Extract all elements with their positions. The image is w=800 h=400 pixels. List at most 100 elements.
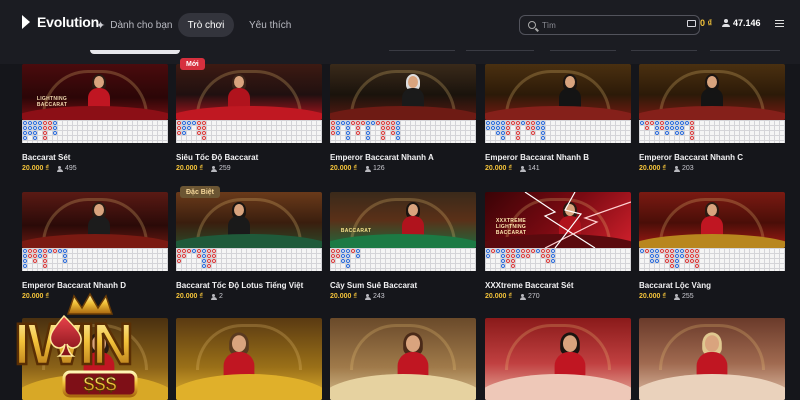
player-marker <box>191 120 196 125</box>
roadmap-scoreboard <box>176 248 322 271</box>
player-marker <box>679 130 684 135</box>
category-pill[interactable] <box>90 50 180 54</box>
player-marker <box>674 258 679 263</box>
banker-marker <box>42 248 47 253</box>
game-card[interactable] <box>330 318 476 400</box>
banker-marker <box>694 258 699 263</box>
banker-marker <box>689 253 694 258</box>
player-marker <box>485 248 490 253</box>
game-thumbnail[interactable] <box>485 64 631 120</box>
game-thumbnail[interactable] <box>176 64 322 120</box>
game-card[interactable]: XXXTREME LIGHTNING BACCARAT XXXtreme Bacc… <box>485 192 631 304</box>
player-marker <box>32 135 37 140</box>
balance-display[interactable]: 0 ₫ <box>687 18 712 28</box>
game-thumbnail[interactable] <box>176 318 322 400</box>
player-marker <box>520 120 525 125</box>
game-thumbnail[interactable] <box>22 192 168 248</box>
game-thumbnail[interactable]: BACCARAT <box>330 192 476 248</box>
online-count: 47.146 <box>722 18 761 28</box>
evolution-logo[interactable]: Evolution <box>22 14 99 30</box>
game-card[interactable]: Emperor Baccarat Nhanh D 20.000 ₫ <box>22 192 168 304</box>
player-marker <box>664 120 669 125</box>
evolution-logo-icon <box>22 15 34 29</box>
banker-marker <box>510 263 515 268</box>
game-thumbnail[interactable]: LIGHTNING BACCARAT <box>22 64 168 120</box>
player-marker <box>485 253 490 258</box>
min-bet: 20.000 ₫ <box>22 165 49 172</box>
game-title[interactable]: Baccarat Lộc Vàng <box>639 281 711 290</box>
game-thumbnail[interactable] <box>639 64 785 120</box>
player-marker <box>395 120 400 125</box>
game-thumbnail[interactable] <box>639 318 785 400</box>
search-box[interactable] <box>519 15 700 35</box>
tab-for-you[interactable]: ✦ Dành cho bạn <box>96 13 173 37</box>
hamburger-menu-icon[interactable] <box>775 20 784 27</box>
game-card[interactable]: BACCARAT Cây Sum Suê Baccarat 20.000 ₫ 243 <box>330 192 476 304</box>
game-card[interactable] <box>176 318 322 400</box>
banker-marker <box>27 248 32 253</box>
player-count: 495 <box>56 165 77 172</box>
tab-favorites[interactable]: Yêu thích <box>249 13 291 37</box>
game-card[interactable] <box>639 318 785 400</box>
game-title[interactable]: Emperor Baccarat Nhanh D <box>22 281 126 290</box>
banker-marker <box>505 125 510 130</box>
banker-marker <box>330 120 335 125</box>
search-input[interactable] <box>542 20 692 30</box>
player-marker <box>654 248 659 253</box>
banker-marker <box>330 125 335 130</box>
game-card[interactable] <box>485 318 631 400</box>
banker-marker <box>211 258 216 263</box>
gaming-table <box>639 106 785 120</box>
player-marker <box>22 258 27 263</box>
tab-games[interactable]: Trò chơi <box>178 13 234 37</box>
game-card[interactable]: Emperor Baccarat Nhanh A 20.000 ₫ 126 <box>330 64 476 176</box>
game-title[interactable]: Emperor Baccarat Nhanh C <box>639 153 743 162</box>
player-marker <box>495 120 500 125</box>
game-title[interactable]: XXXtreme Baccarat Sét <box>485 281 574 290</box>
game-title[interactable]: Baccarat Sét <box>22 153 70 162</box>
player-marker <box>340 248 345 253</box>
player-count: 243 <box>364 293 385 300</box>
game-card[interactable]: Đặc Biệt Baccarat Tốc Độ Lotus Tiếng Việt… <box>176 186 322 304</box>
game-title[interactable]: Cây Sum Suê Baccarat <box>330 281 417 290</box>
game-card[interactable]: Baccarat Lộc Vàng 20.000 ₫ 255 <box>639 192 785 304</box>
dealer-figure <box>557 74 583 110</box>
banker-marker <box>669 263 674 268</box>
player-marker <box>22 120 27 125</box>
game-thumbnail[interactable] <box>330 64 476 120</box>
game-card[interactable]: Emperor Baccarat Nhanh C 20.000 ₫ 203 <box>639 64 785 176</box>
player-count: 259 <box>210 165 231 172</box>
game-thumbnail[interactable] <box>485 318 631 400</box>
game-thumbnail[interactable] <box>639 192 785 248</box>
banker-marker <box>196 120 201 125</box>
game-thumbnail[interactable] <box>330 318 476 400</box>
game-title[interactable]: Emperor Baccarat Nhanh A <box>330 153 434 162</box>
user-icon <box>364 165 371 172</box>
game-card[interactable]: Emperor Baccarat Nhanh B 20.000 ₫ 141 <box>485 64 631 176</box>
player-marker <box>365 120 370 125</box>
game-title[interactable]: Emperor Baccarat Nhanh B <box>485 153 589 162</box>
player-marker <box>22 130 27 135</box>
banker-marker <box>350 248 355 253</box>
player-marker <box>57 248 62 253</box>
sparkle-icon: ✦ <box>96 19 106 32</box>
game-title[interactable]: Siêu Tốc Độ Baccarat <box>176 153 258 162</box>
game-thumbnail[interactable] <box>176 192 322 248</box>
player-marker <box>664 130 669 135</box>
player-marker <box>345 120 350 125</box>
banker-marker <box>176 253 181 258</box>
banker-marker <box>510 258 515 263</box>
player-marker <box>186 125 191 130</box>
game-thumbnail[interactable]: XXXTREME LIGHTNING BACCARAT <box>485 192 631 248</box>
roadmap-scoreboard <box>22 120 168 143</box>
game-card[interactable]: LIGHTNING BACCARAT Baccarat Sét 20.000 ₫ 49… <box>22 64 168 176</box>
game-card[interactable]: Mới Siêu Tốc Độ Baccarat 20.000 ₫ 259 <box>176 58 322 176</box>
player-marker <box>27 120 32 125</box>
game-title[interactable]: Baccarat Tốc Độ Lotus Tiếng Việt <box>176 281 303 290</box>
player-marker <box>186 120 191 125</box>
banker-marker <box>42 125 47 130</box>
player-marker <box>500 125 505 130</box>
banker-marker <box>530 130 535 135</box>
player-marker <box>355 253 360 258</box>
balance-value: 0 ₫ <box>700 18 713 28</box>
